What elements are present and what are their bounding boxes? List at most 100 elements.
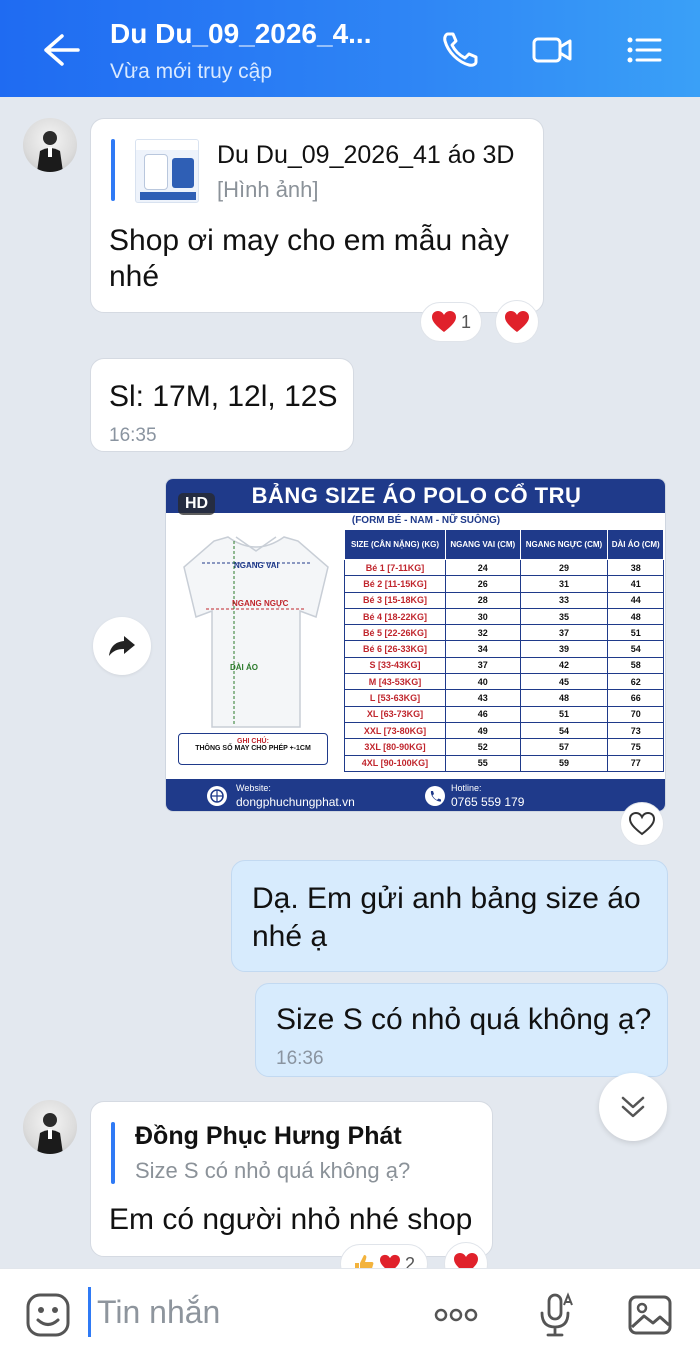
more-options-icon[interactable]	[432, 1291, 480, 1339]
heart-icon	[505, 311, 529, 332]
website-block: Website: dongphuchungphat.vn	[236, 783, 355, 809]
share-arrow-icon	[109, 636, 135, 656]
size-chart-image[interactable]: HD BẢNG SIZE ÁO POLO CỔ TRỤ (FORM BÉ - N…	[165, 478, 666, 812]
table-cell-size: M [43-53KG]	[344, 673, 446, 691]
message-time: 16:35	[109, 425, 157, 446]
table-cell-size: 3XL [80-90KG]	[344, 738, 446, 756]
quote-bar	[111, 139, 115, 201]
reaction-count: 1	[460, 311, 471, 332]
scroll-to-bottom-button[interactable]	[599, 1073, 667, 1141]
table-cell: 49	[444, 721, 521, 740]
table-cell: 30	[444, 607, 521, 626]
quote-title: Du Du_09_2026_41 áo 3D	[217, 141, 515, 169]
message-text-line: nhé ạ	[252, 920, 328, 953]
quoted-image-thumbnail[interactable]	[135, 139, 199, 203]
table-cell: 48	[607, 607, 664, 626]
message-text: Em có người nhỏ nhé shop	[109, 1203, 473, 1236]
phone-call-icon[interactable]	[438, 28, 482, 72]
table-cell: 58	[607, 656, 664, 675]
length-label: DÀI ÁO	[230, 663, 258, 672]
image-gallery-icon[interactable]	[626, 1291, 674, 1339]
message-bubble-mine[interactable]: Dạ. Em gửi anh bảng size áo nhé ạ	[231, 860, 668, 972]
table-cell-size: Bé 6 [26-33KG]	[344, 640, 446, 658]
table-cell-size: L [53-63KG]	[344, 689, 446, 707]
hotline-label: Hotline:	[451, 783, 482, 793]
table-cell: 45	[519, 673, 609, 691]
heart-outline-icon	[629, 812, 655, 836]
table-cell: 62	[607, 673, 664, 691]
menu-list-icon[interactable]	[622, 28, 666, 72]
table-cell: 70	[607, 705, 664, 723]
person-avatar-icon	[37, 131, 63, 172]
reaction-summary[interactable]: 1	[420, 302, 482, 342]
person-avatar-icon	[37, 1113, 63, 1154]
react-heart-button[interactable]	[620, 802, 664, 846]
table-cell: 55	[444, 754, 521, 772]
table-cell: 73	[607, 721, 664, 740]
table-cell: 33	[519, 591, 609, 609]
table-row: M [43-53KG] 40 45 62	[344, 673, 664, 691]
table-row: Bé 5 [22-26KG] 32 37 51	[344, 624, 664, 642]
voice-mic-icon[interactable]	[532, 1291, 580, 1339]
avatar[interactable]	[23, 118, 77, 172]
quote-bar	[111, 1122, 115, 1184]
quote-subtitle: Size S có nhỏ quá không ạ?	[135, 1158, 411, 1183]
table-row: Bé 1 [7-11KG] 24 29 38	[344, 558, 664, 577]
hd-badge[interactable]: HD	[178, 493, 216, 515]
message-bubble-mine[interactable]: Size S có nhỏ quá không ạ? 16:36	[255, 983, 668, 1077]
hotline-value: 0765 559 179	[451, 795, 525, 809]
size-table: SIZE (CÂN NẶNG) (KG) NGANG VAI (CM) NGAN…	[344, 529, 664, 772]
share-forward-button[interactable]	[93, 617, 151, 675]
message-bubble[interactable]: Sl: 17M, 12l, 12S 16:35	[90, 358, 354, 452]
table-cell: 32	[444, 624, 521, 642]
table-cell-size: Bé 3 [15-18KG]	[344, 591, 446, 609]
table-cell: 59	[519, 754, 609, 772]
table-cell: 24	[444, 558, 521, 577]
table-cell: 28	[444, 591, 521, 609]
table-cell: 39	[519, 640, 609, 658]
table-cell-size: S [33-43KG]	[344, 656, 446, 675]
table-cell: 51	[607, 624, 664, 642]
phone-icon	[425, 786, 445, 806]
table-row: XXL [73-80KG] 49 54 73	[344, 721, 664, 740]
note-title: GHI CHÚ:	[237, 738, 269, 745]
table-row: Bé 3 [15-18KG] 28 33 44	[344, 591, 664, 609]
message-time: 16:36	[276, 1048, 324, 1069]
message-bubble[interactable]: Đồng Phục Hưng Phát Size S có nhỏ quá kh…	[90, 1101, 493, 1257]
back-arrow-icon[interactable]	[38, 30, 84, 70]
video-call-icon[interactable]	[530, 28, 574, 72]
double-chevron-down-icon	[621, 1096, 645, 1118]
table-header: SIZE (CÂN NẶNG) (KG)	[344, 529, 446, 560]
note-text: THÔNG SỐ MAY CHO PHÉP +-1CM	[195, 745, 311, 752]
contact-status: Vừa mới truy cập	[110, 60, 273, 83]
table-cell: 77	[607, 754, 664, 772]
table-cell: 26	[444, 575, 521, 593]
emoji-sticker-icon[interactable]	[24, 1291, 72, 1339]
table-cell-size: XXL [73-80KG]	[344, 721, 446, 740]
table-row: XL [63-73KG] 46 51 70	[344, 705, 664, 723]
polo-shirt-icon	[183, 536, 329, 728]
react-heart-button[interactable]	[495, 300, 539, 344]
table-cell-size: Bé 4 [18-22KG]	[344, 607, 446, 626]
contact-name[interactable]: Du Du_09_2026_4...	[110, 18, 430, 50]
table-cell: 40	[444, 673, 521, 691]
chest-label: NGANG NGỰC	[232, 599, 289, 608]
table-cell-size: Bé 5 [22-26KG]	[344, 624, 446, 642]
table-cell-size: 4XL [90-100KG]	[344, 754, 446, 772]
quote-title: Đồng Phục Hưng Phát	[135, 1122, 402, 1150]
message-bubble[interactable]: Du Du_09_2026_41 áo 3D [Hình ảnh] Shop ơ…	[90, 118, 544, 313]
chat-header: Du Du_09_2026_4... Vừa mới truy cập	[0, 0, 700, 97]
avatar[interactable]	[23, 1100, 77, 1154]
table-cell-size: XL [63-73KG]	[344, 705, 446, 723]
message-composer	[0, 1268, 700, 1353]
heart-icon	[431, 311, 456, 332]
size-chart-footer: Website: dongphuchungphat.vn Hotline: 07…	[166, 779, 665, 811]
website-value: dongphuchungphat.vn	[236, 795, 355, 809]
table-row: Bé 6 [26-33KG] 34 39 54	[344, 640, 664, 658]
shoulder-label: NGANG VAI	[234, 561, 279, 570]
table-cell: 41	[607, 575, 664, 593]
table-row: 4XL [90-100KG] 55 59 77	[344, 754, 664, 772]
message-text: Size S có nhỏ quá không ạ?	[276, 1003, 652, 1036]
table-cell: 57	[519, 738, 609, 756]
message-input[interactable]	[88, 1287, 408, 1337]
